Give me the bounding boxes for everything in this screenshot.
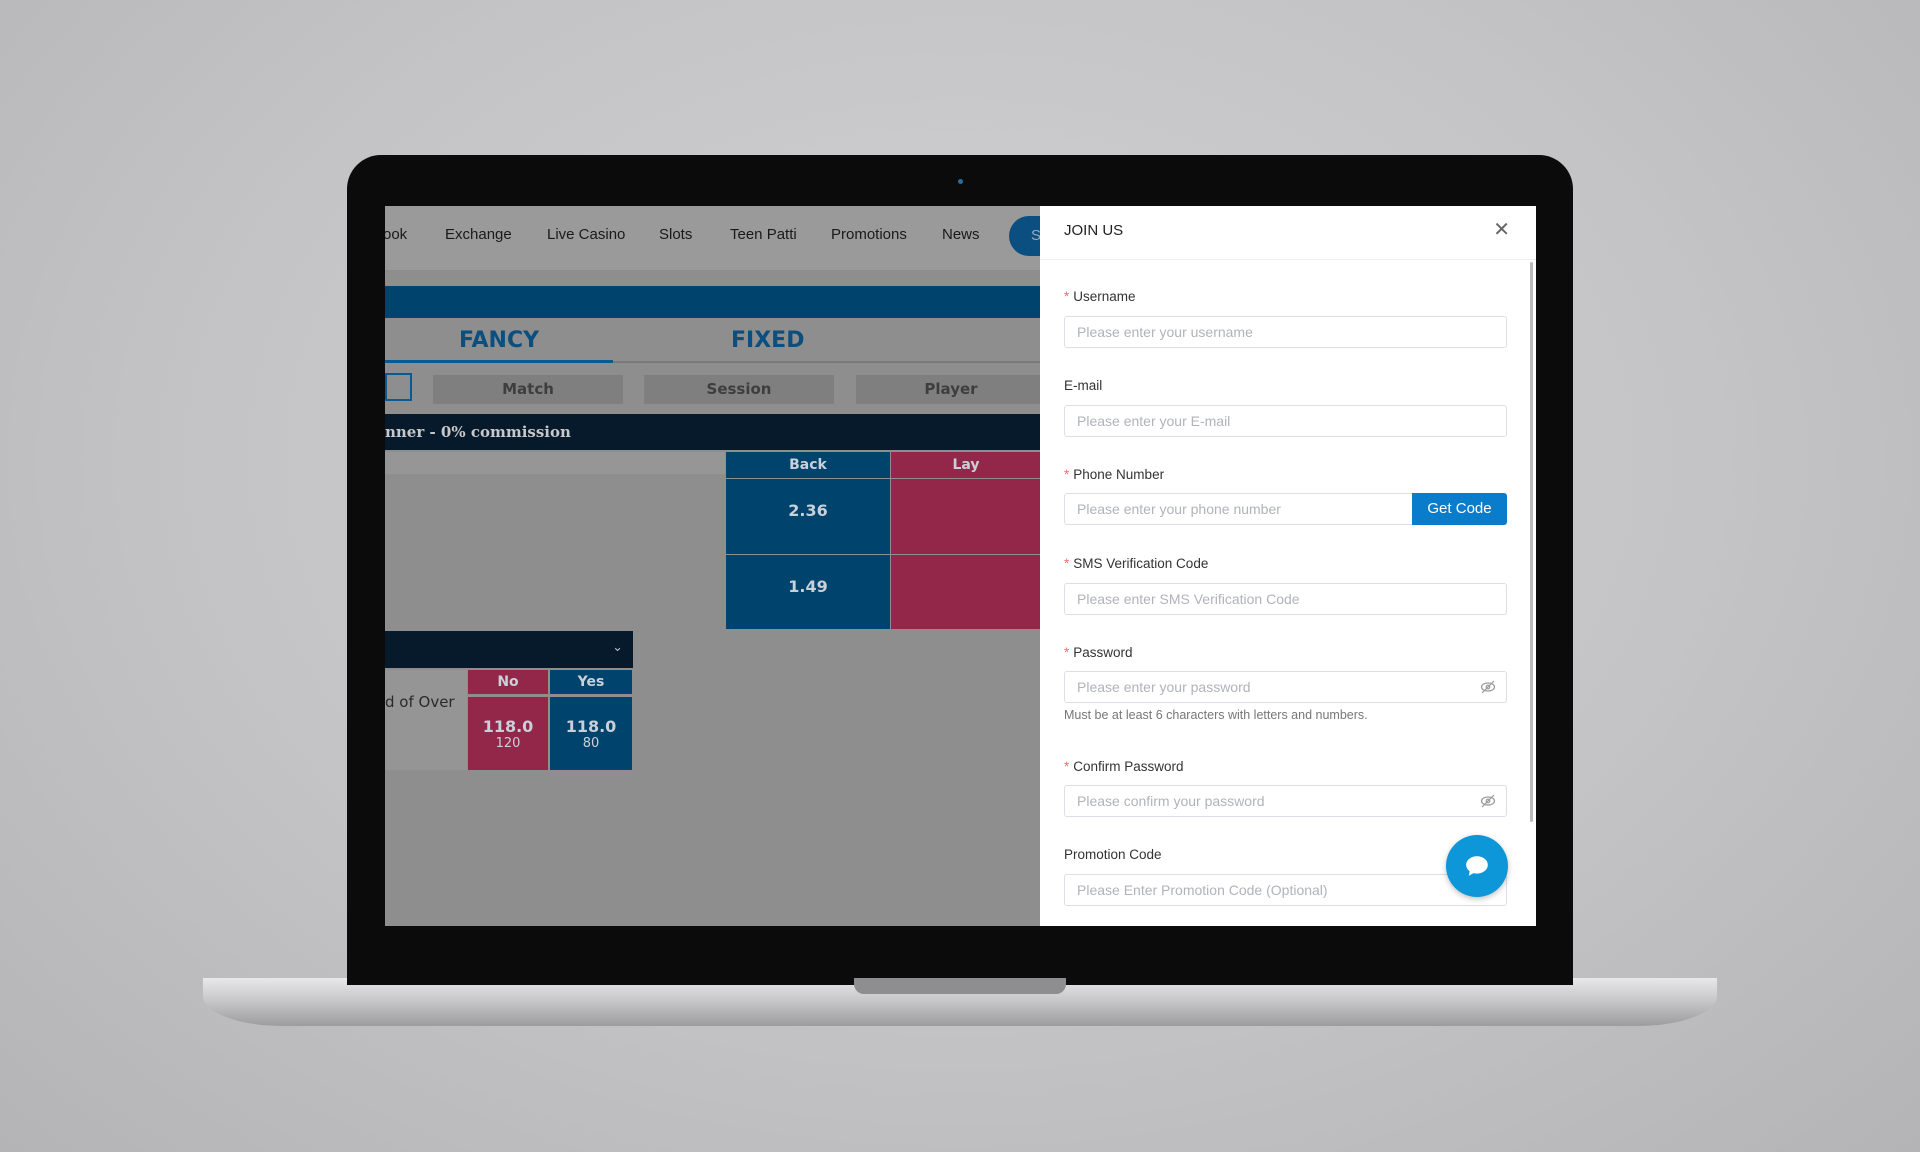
phone-input[interactable]: Please enter your phone number (1064, 493, 1414, 525)
subtab-session[interactable]: Session (644, 375, 834, 404)
nav-item-teen-patti[interactable]: Teen Patti (730, 226, 797, 243)
chat-button[interactable] (1446, 835, 1508, 897)
back-odds[interactable]: 2.36 (726, 479, 890, 554)
nav-item-exchange[interactable]: Exchange (445, 226, 512, 243)
runner-header (385, 452, 725, 474)
username-input[interactable]: Please enter your username (1064, 316, 1507, 348)
nav-item-slots[interactable]: Slots (659, 226, 692, 243)
password-input[interactable]: Please enter your password (1064, 671, 1507, 703)
chevron-down-icon[interactable]: ⌄ (612, 639, 623, 655)
session-bar[interactable]: ⌄ (385, 631, 633, 668)
scrollbar[interactable] (1530, 262, 1533, 822)
email-input[interactable]: Please enter your E-mail (1064, 405, 1507, 437)
yes-value: 118.0 (565, 717, 617, 736)
lay-odds[interactable] (891, 479, 1041, 554)
subtab-player[interactable]: Player (856, 375, 1046, 404)
username-label: * Username (1064, 289, 1136, 304)
password-label: * Password (1064, 645, 1133, 660)
promotion-code-input[interactable]: Please Enter Promotion Code (Optional) (1064, 874, 1507, 906)
header-divider (1040, 259, 1536, 260)
no-odds[interactable]: 118.0 120 (468, 697, 548, 770)
sms-code-label: * SMS Verification Code (1064, 556, 1209, 571)
get-code-button[interactable]: Get Code (1412, 493, 1507, 525)
lay-odds[interactable] (891, 555, 1041, 629)
join-us-modal: JOIN US ✕ * Username Please enter your us… (1040, 206, 1536, 926)
chat-bubble-icon (1466, 856, 1488, 876)
subtab-match[interactable]: Match (433, 375, 623, 404)
yes-header: Yes (550, 670, 632, 694)
nav-item-live-casino[interactable]: Live Casino (547, 226, 625, 243)
tab-fancy[interactable]: FANCY (459, 328, 539, 353)
email-label: E-mail (1064, 378, 1103, 393)
lay-header: Lay (891, 452, 1041, 478)
tab-underline (385, 360, 613, 363)
top-nav: ook Exchange Live Casino Slots Teen Patt… (385, 206, 1069, 270)
tab-fixed[interactable]: FIXED (731, 328, 804, 353)
sms-code-input[interactable]: Please enter SMS Verification Code (1064, 583, 1507, 615)
no-size: 120 (495, 736, 521, 751)
phone-label: * Phone Number (1064, 467, 1165, 482)
yes-size: 80 (582, 736, 600, 751)
modal-title: JOIN US (1064, 222, 1124, 239)
no-value: 118.0 (482, 717, 534, 736)
camera (958, 179, 963, 184)
password-hint: Must be at least 6 characters with lette… (1064, 708, 1368, 722)
back-odds[interactable]: 1.49 (726, 555, 890, 629)
market-title: nner - 0% commission (385, 414, 1040, 450)
no-header: No (468, 670, 548, 694)
back-header: Back (726, 452, 890, 478)
header-bar (385, 286, 1040, 318)
close-icon[interactable]: ✕ (1493, 220, 1510, 240)
confirm-password-input[interactable]: Please confirm your password (1064, 785, 1507, 817)
laptop-notch (854, 978, 1066, 994)
eye-off-icon[interactable] (1480, 680, 1496, 694)
eye-off-icon[interactable] (1480, 794, 1496, 808)
nav-item[interactable]: ook (385, 226, 407, 243)
nav-item-promotions[interactable]: Promotions (831, 226, 907, 243)
promotion-code-label: Promotion Code (1064, 847, 1162, 862)
nav-item-news[interactable]: News (942, 226, 980, 243)
yes-odds[interactable]: 118.0 80 (550, 697, 632, 770)
session-runner: d of Over (385, 670, 467, 770)
subtab-selected[interactable] (385, 373, 412, 401)
confirm-password-label: * Confirm Password (1064, 759, 1184, 774)
